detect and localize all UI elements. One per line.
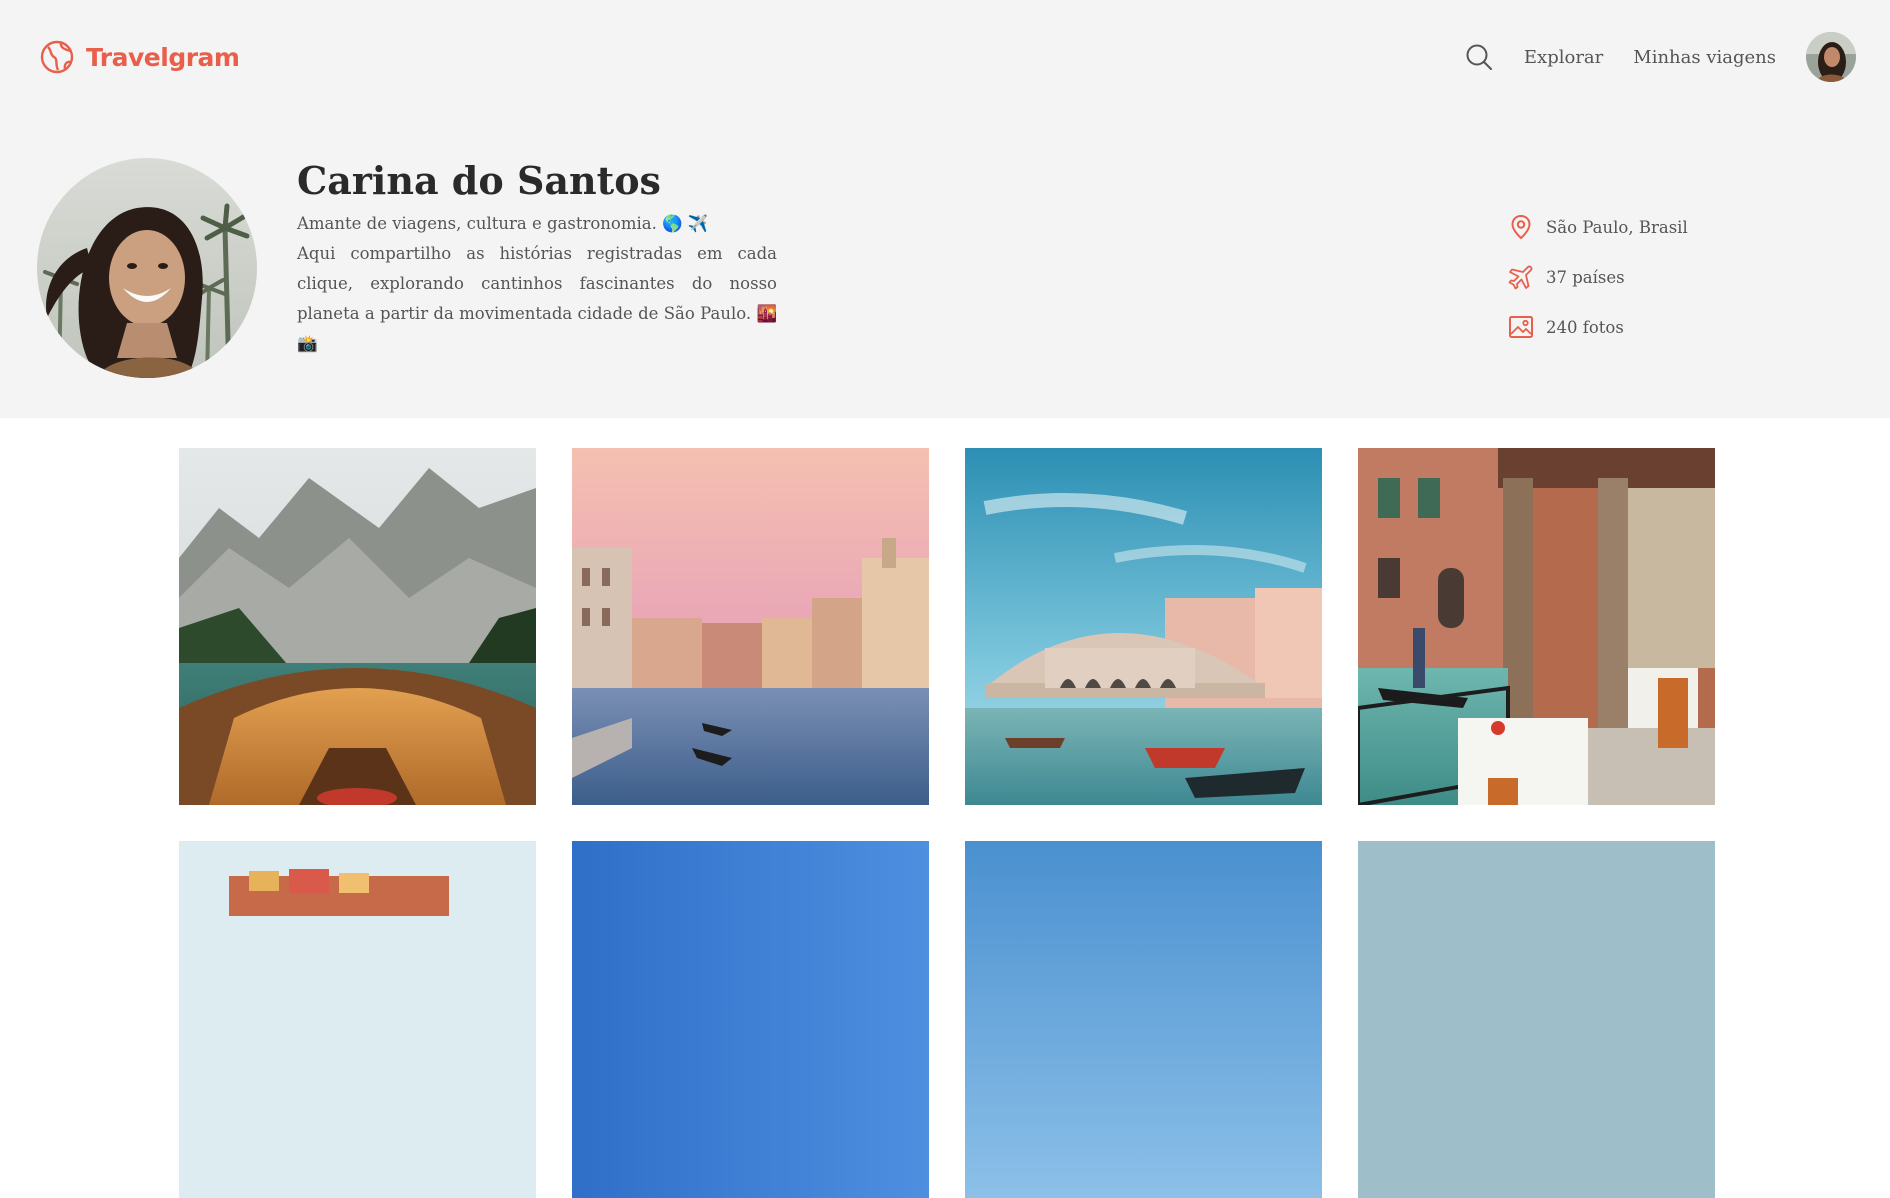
map-pin-icon — [1511, 214, 1531, 240]
photo-card[interactable] — [572, 448, 929, 805]
photo-grid — [179, 448, 1715, 1198]
photos-count-text: 240 fotos — [1546, 317, 1624, 337]
photo-card[interactable] — [965, 448, 1322, 805]
profile-name: Carina do Santos — [297, 158, 661, 203]
airplane-icon — [1508, 265, 1533, 290]
countries-text: 37 países — [1546, 267, 1625, 287]
stat-location: São Paulo, Brasil — [1508, 202, 1688, 252]
photo-card[interactable] — [179, 841, 536, 1198]
profile-photo — [37, 158, 257, 378]
header-section: Travelgram Explorar Minhas viagens Carin… — [0, 0, 1890, 418]
bio-line-2: Aqui compartilho as histórias registrada… — [297, 244, 777, 353]
photo-card[interactable] — [1358, 841, 1715, 1198]
search-icon[interactable] — [1464, 42, 1494, 72]
bio-line-1: Amante de viagens, cultura e gastronomia… — [297, 214, 709, 233]
user-avatar[interactable] — [1806, 32, 1856, 82]
nav-my-trips-link[interactable]: Minhas viagens — [1633, 47, 1776, 68]
globe-icon — [40, 40, 74, 74]
location-text: São Paulo, Brasil — [1546, 217, 1688, 237]
stat-countries: 37 países — [1508, 252, 1688, 302]
photo-card[interactable] — [965, 841, 1322, 1198]
profile-bio: Amante de viagens, cultura e gastronomia… — [297, 209, 777, 359]
profile-stats: São Paulo, Brasil 37 países 240 fotos — [1508, 202, 1688, 352]
logo[interactable]: Travelgram — [40, 40, 240, 74]
photo-card[interactable] — [572, 841, 929, 1198]
stat-photos: 240 fotos — [1508, 302, 1688, 352]
image-icon — [1509, 316, 1533, 338]
top-nav: Explorar Minhas viagens — [1464, 32, 1856, 82]
photo-card[interactable] — [1358, 448, 1715, 805]
app-name: Travelgram — [86, 42, 240, 72]
nav-explore-link[interactable]: Explorar — [1524, 47, 1603, 68]
photo-card[interactable] — [179, 448, 536, 805]
